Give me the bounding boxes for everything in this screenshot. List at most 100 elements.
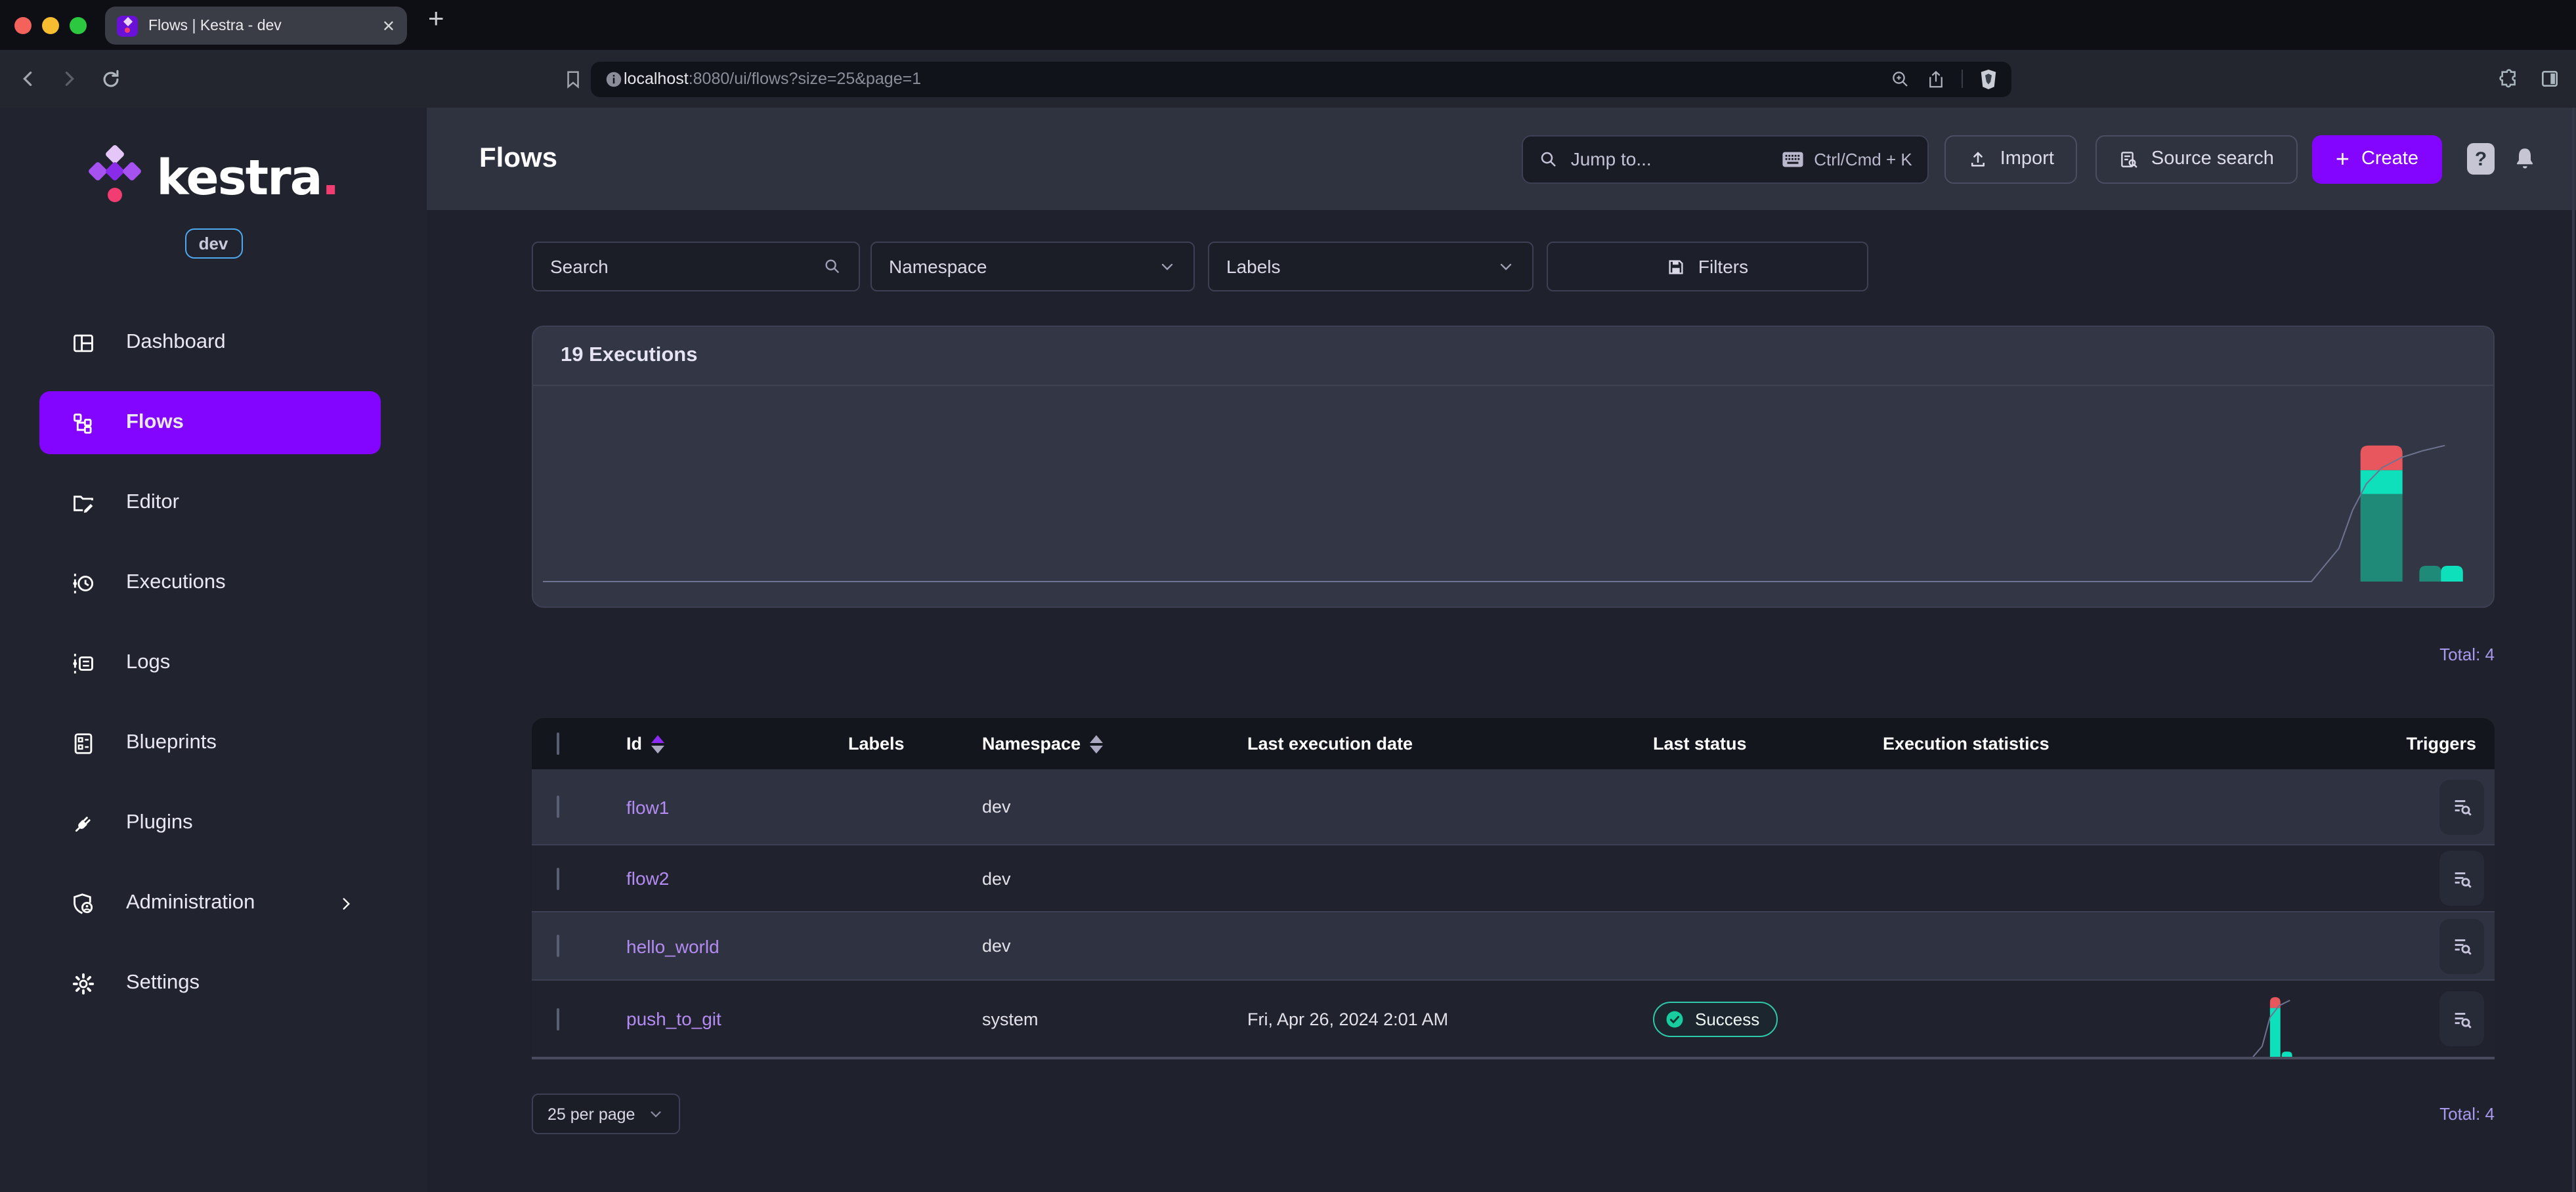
triggers-button[interactable] <box>2439 991 2484 1046</box>
execution-statistics-minichart[interactable] <box>1883 977 2317 1057</box>
table-row[interactable]: flow2 dev <box>532 844 2495 911</box>
table-header-row: Id Labels Namespace Last execution date … <box>532 718 2495 769</box>
close-window-button[interactable] <box>14 16 32 33</box>
column-header-namespace[interactable]: Namespace <box>982 734 1247 754</box>
filters-button-label: Filters <box>1698 256 1748 277</box>
column-header-last-execution-date: Last execution date <box>1247 734 1653 754</box>
status-badge-label: Success <box>1695 1009 1759 1029</box>
import-label: Import <box>2000 148 2054 169</box>
flow-id-link[interactable]: flow2 <box>626 868 669 889</box>
status-badge: Success <box>1653 1001 1778 1036</box>
save-filters-icon <box>1667 257 1686 276</box>
notifications-bell-icon[interactable] <box>2513 146 2537 172</box>
reload-icon[interactable] <box>100 68 122 90</box>
sidebar-item-blueprints[interactable]: Blueprints <box>39 712 381 775</box>
select-all-checkbox[interactable] <box>557 733 559 755</box>
labels-select[interactable]: Labels <box>1208 242 1534 291</box>
sidebar-item-label: Blueprints <box>126 731 217 755</box>
executions-chart[interactable] <box>533 386 2493 607</box>
sort-icon[interactable] <box>1090 734 1103 753</box>
page-header: Flows Jump to... Ctrl/Cmd + K Import <box>427 108 2576 210</box>
namespace-select[interactable]: Namespace <box>870 242 1195 291</box>
sort-icon[interactable] <box>651 734 664 753</box>
search-input[interactable]: Search <box>532 242 860 291</box>
triggers-button[interactable] <box>2439 779 2484 834</box>
create-button[interactable]: + Create <box>2312 135 2442 183</box>
help-icon[interactable]: ? <box>2467 143 2495 175</box>
row-checkbox[interactable] <box>557 935 559 957</box>
per-page-select[interactable]: 25 per page <box>532 1094 679 1134</box>
site-info-icon[interactable] <box>604 69 624 89</box>
row-checkbox[interactable] <box>557 867 559 889</box>
row-namespace: system <box>982 1009 1247 1029</box>
column-header-labels: Labels <box>848 734 982 754</box>
plugins-icon <box>71 811 96 836</box>
flow-id-link[interactable]: push_to_git <box>626 1008 721 1029</box>
sidebar-item-label: Editor <box>126 491 179 515</box>
create-label: Create <box>2361 148 2418 169</box>
table-total-bottom: Total: 4 <box>2439 1104 2495 1124</box>
sidebar-item-dashboard[interactable]: Dashboard <box>39 311 381 374</box>
sidebar-item-logs[interactable]: Logs <box>39 631 381 694</box>
executions-panel-title: 19 Executions <box>533 327 2493 386</box>
url-host: localhost <box>624 70 689 88</box>
sidebar-item-label: Plugins <box>126 811 193 835</box>
tab-title: Flows | Kestra - dev <box>148 18 372 33</box>
page-scrollbar[interactable] <box>2572 108 2575 1192</box>
sidebar-nav: Dashboard Flows Editor Executions Logs <box>0 311 427 1015</box>
sidebar-item-executions[interactable]: Executions <box>39 551 381 614</box>
minimize-window-button[interactable] <box>42 16 59 33</box>
sidebar-item-plugins[interactable]: Plugins <box>39 792 381 855</box>
sidebar-item-administration[interactable]: Administration <box>39 872 381 935</box>
import-button[interactable]: Import <box>1945 135 2078 183</box>
table-row[interactable]: push_to_git system Fri, Apr 26, 2024 2:0… <box>532 979 2495 1059</box>
sidebar-item-label: Logs <box>126 651 170 675</box>
check-circle-icon <box>1665 1009 1685 1029</box>
column-header-triggers: Triggers <box>2317 734 2495 754</box>
row-checkbox[interactable] <box>557 796 559 818</box>
forward-icon[interactable] <box>58 68 79 89</box>
executions-icon <box>71 570 96 595</box>
url-bar[interactable]: localhost:8080/ui/flows?size=25&page=1 <box>591 61 2011 96</box>
jump-to-search[interactable]: Jump to... Ctrl/Cmd + K <box>1522 135 1929 183</box>
row-namespace: dev <box>982 797 1247 817</box>
browser-window: Flows | Kestra - dev ✕ + localhost:8080/… <box>0 0 2576 1192</box>
extensions-puzzle-icon[interactable] <box>2499 68 2521 90</box>
sidebar-item-label: Settings <box>126 971 200 995</box>
flow-id-link[interactable]: hello_world <box>626 935 719 956</box>
chevron-down-icon <box>647 1105 664 1122</box>
flows-table: Id Labels Namespace Last execution date … <box>532 718 2495 1059</box>
logs-icon <box>71 650 96 675</box>
sidebar-item-editor[interactable]: Editor <box>39 471 381 534</box>
environment-badge: dev <box>184 228 242 259</box>
new-tab-button[interactable]: + <box>428 4 444 35</box>
column-header-id[interactable]: Id <box>626 734 848 754</box>
browser-tab[interactable]: Flows | Kestra - dev ✕ <box>105 7 407 45</box>
sidebar-item-label: Executions <box>126 571 226 595</box>
zoom-page-icon[interactable] <box>1891 69 1910 89</box>
flow-id-link[interactable]: flow1 <box>626 796 669 817</box>
bookmark-icon[interactable] <box>563 68 583 90</box>
brave-shield-icon[interactable] <box>1979 68 1998 90</box>
filters-button[interactable]: Filters <box>1547 242 1868 291</box>
table-row[interactable]: hello_world dev <box>532 911 2495 979</box>
triggers-button[interactable] <box>2439 851 2484 906</box>
search-icon <box>1539 149 1559 169</box>
source-search-button[interactable]: Source search <box>2096 135 2298 183</box>
sidebar-item-flows[interactable]: Flows <box>39 391 381 454</box>
tab-close-icon[interactable]: ✕ <box>382 16 395 35</box>
triggers-button[interactable] <box>2439 918 2484 973</box>
sidebar-panel-icon[interactable] <box>2539 68 2560 89</box>
column-header-execution-statistics: Execution statistics <box>1883 734 2317 754</box>
per-page-value: 25 per page <box>547 1105 635 1123</box>
share-icon[interactable] <box>1926 69 1946 89</box>
column-header-last-status: Last status <box>1653 734 1883 754</box>
back-icon[interactable] <box>18 68 39 89</box>
sidebar-item-settings[interactable]: Settings <box>39 952 381 1015</box>
kestra-logo[interactable]: kestra. <box>0 144 427 210</box>
kestra-logo-icon <box>88 144 143 210</box>
table-row[interactable]: flow1 dev <box>532 769 2495 844</box>
file-search-icon <box>2120 149 2139 169</box>
row-checkbox[interactable] <box>557 1008 559 1030</box>
zoom-window-button[interactable] <box>70 16 87 33</box>
